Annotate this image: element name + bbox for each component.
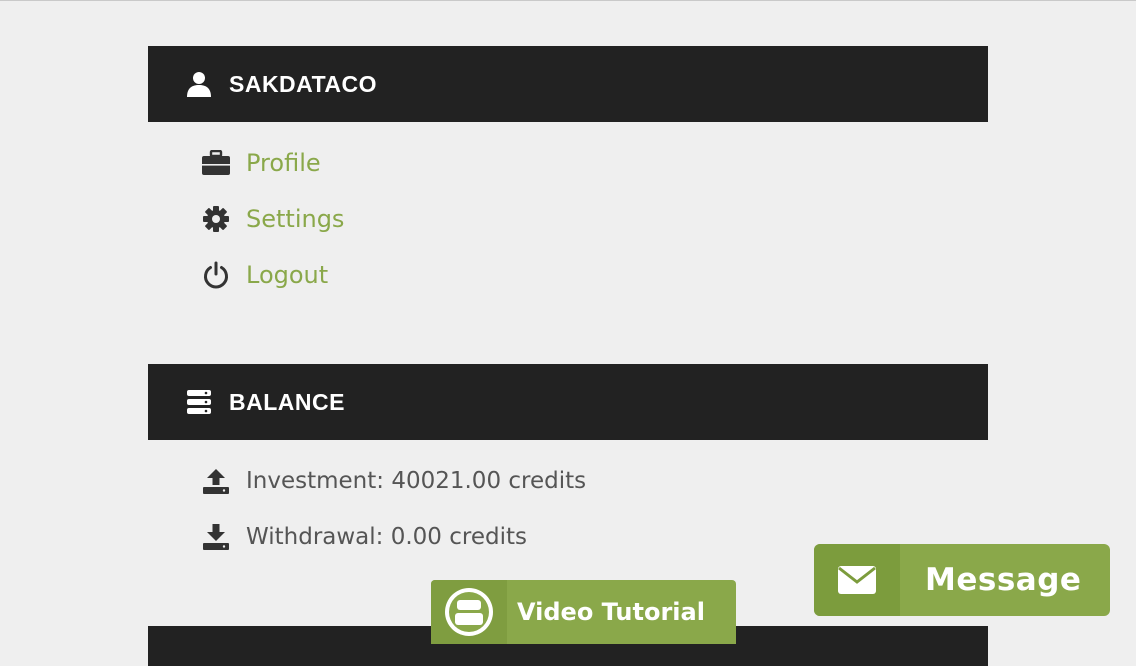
server-icon: [186, 389, 212, 415]
message-button[interactable]: Message: [814, 544, 1110, 616]
balance-panel-header: BALANCE: [148, 364, 988, 440]
gear-icon: [200, 203, 232, 235]
upload-icon: [200, 465, 232, 497]
withdrawal-value: Withdrawal: 0.00 credits: [246, 524, 527, 550]
user-panel-header: SAKDATACO: [148, 46, 988, 122]
menu-item-settings[interactable]: Settings: [200, 191, 344, 247]
briefcase-icon: [200, 147, 232, 179]
balance-item-investment: Investment: 40021.00 credits: [200, 453, 586, 509]
menu-item-profile[interactable]: Profile: [200, 135, 344, 191]
youtube-icon: [431, 580, 507, 644]
balance-item-withdrawal: Withdrawal: 0.00 credits: [200, 509, 586, 565]
user-icon: [186, 71, 212, 97]
user-menu: Profile Settings Logout: [200, 135, 344, 303]
logout-link[interactable]: Logout: [246, 261, 328, 289]
video-tutorial-label: Video Tutorial: [517, 598, 705, 626]
settings-link[interactable]: Settings: [246, 205, 344, 233]
profile-link[interactable]: Profile: [246, 149, 321, 177]
download-icon: [200, 521, 232, 553]
power-icon: [200, 259, 232, 291]
username-title: SAKDATACO: [229, 70, 378, 97]
investment-value: Investment: 40021.00 credits: [246, 468, 587, 494]
message-label: Message: [925, 562, 1082, 598]
envelope-icon: [814, 544, 900, 616]
menu-item-logout[interactable]: Logout: [200, 247, 344, 303]
balance-title: BALANCE: [229, 388, 345, 415]
balance-list: Investment: 40021.00 credits Withdrawal:…: [200, 453, 586, 565]
video-tutorial-button[interactable]: Video Tutorial: [431, 580, 736, 644]
